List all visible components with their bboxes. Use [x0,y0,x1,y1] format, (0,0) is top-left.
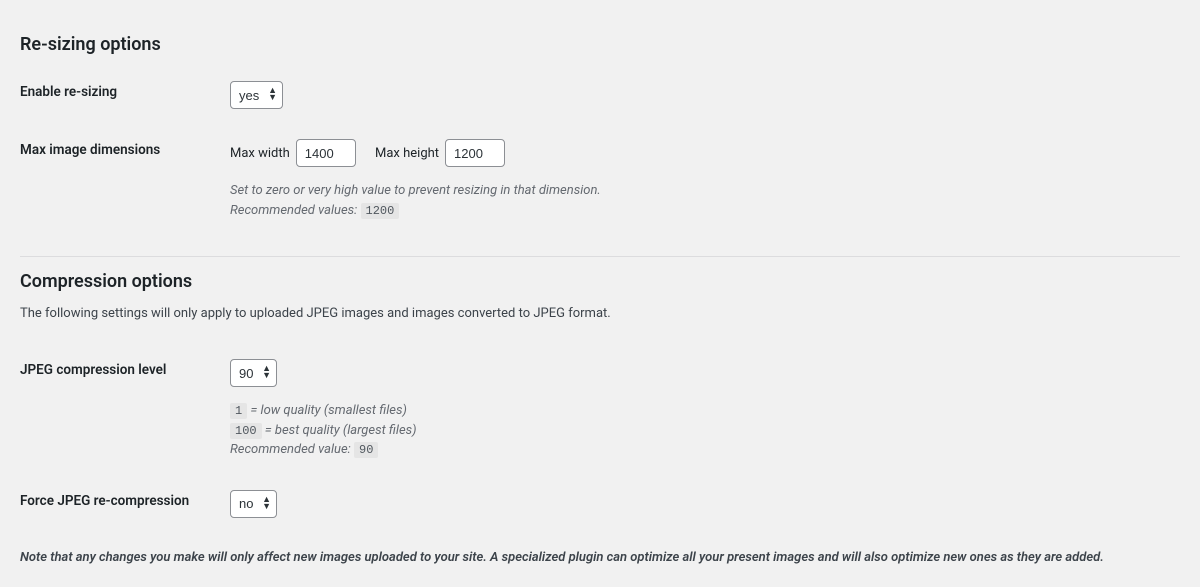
max-width-group: Max width [230,139,356,167]
compression-section-title: Compression options [20,271,1180,292]
force-recompression-row: Force JPEG re-compression no ▲▼ [20,470,1180,528]
enable-resizing-select-wrap: yes ▲▼ [230,81,283,109]
max-height-input[interactable] [445,139,505,167]
compression-section-desc: The following settings will only apply t… [20,306,1180,321]
enable-resizing-select[interactable]: yes [230,81,283,109]
jpeg-recommended-label: Recommended value: [230,442,351,457]
jpeg-level-help: 1 = low quality (smallest files) 100 = b… [230,401,1180,460]
jpeg-high-code: 100 [230,423,262,439]
dimensions-recommended-label: Recommended values: [230,203,357,218]
force-recompression-label: Force JPEG re-compression [20,490,230,509]
jpeg-level-label: JPEG compression level [20,359,230,378]
max-dimensions-label: Max image dimensions [20,139,230,158]
jpeg-level-select-wrap: 90 ▲▼ [230,359,277,387]
dimensions-recommended-value: 1200 [361,203,400,219]
section-divider [20,256,1180,257]
force-recompression-select[interactable]: no [230,490,277,518]
max-width-label: Max width [230,146,290,161]
jpeg-low-code: 1 [230,403,247,419]
max-width-input[interactable] [296,139,356,167]
max-height-label: Max height [375,146,439,161]
force-recompression-select-wrap: no ▲▼ [230,490,277,518]
max-dimensions-row: Max image dimensions Max width Max heigh… [20,119,1180,230]
jpeg-level-row: JPEG compression level 90 ▲▼ 1 = low qua… [20,339,1180,470]
max-dimensions-help: Set to zero or very high value to preven… [230,181,1180,220]
jpeg-level-select[interactable]: 90 [230,359,277,387]
jpeg-high-text: = best quality (largest files) [262,423,417,438]
jpeg-low-text: = low quality (smallest files) [247,403,407,418]
enable-resizing-label: Enable re-sizing [20,81,230,100]
enable-resizing-row: Enable re-sizing yes ▲▼ [20,61,1180,119]
jpeg-recommended-value: 90 [354,442,378,458]
resizing-section-title: Re-sizing options [20,34,1180,55]
footer-note: Note that any changes you make will only… [20,548,1180,568]
dimensions-help-line1: Set to zero or very high value to preven… [230,183,601,198]
max-height-group: Max height [375,139,505,167]
